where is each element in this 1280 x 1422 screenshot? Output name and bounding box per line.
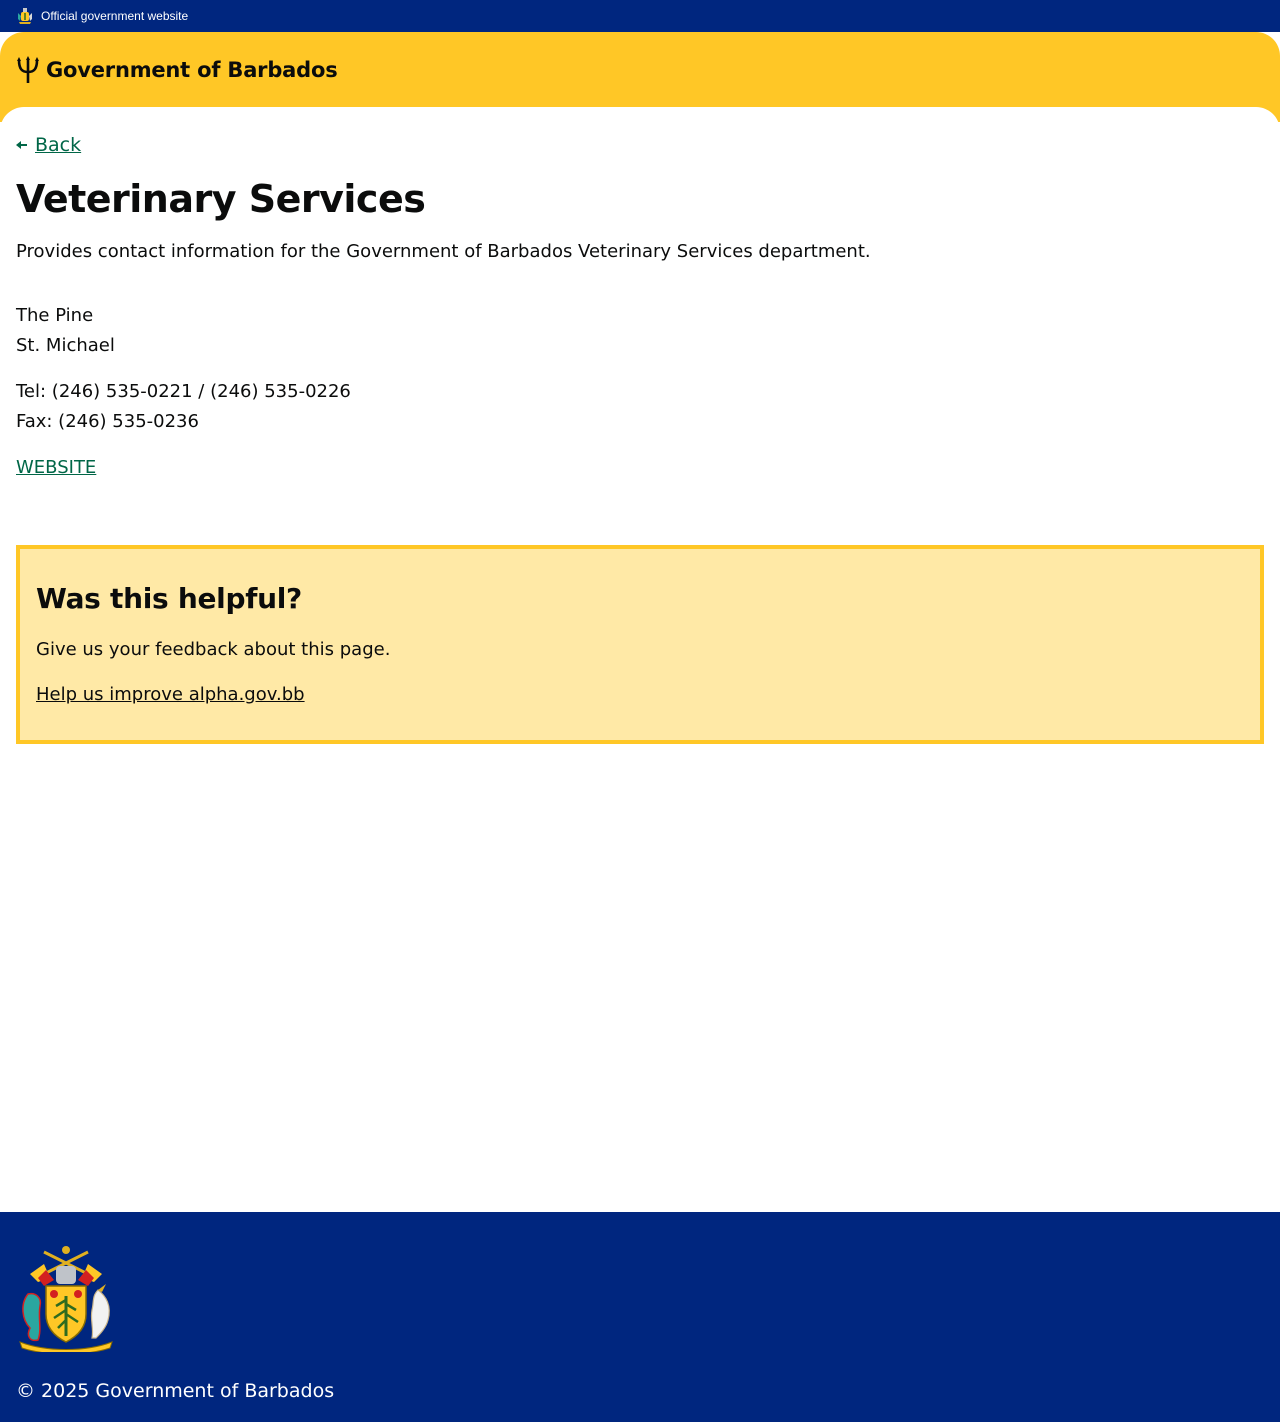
- contact-block: Tel: (246) 535-0221 / (246) 535-0226 Fax…: [16, 377, 351, 437]
- site-footer: © 2025 Government of Barbados: [0, 1212, 1280, 1422]
- coat-of-arms-icon: [18, 8, 32, 24]
- fax-number: Fax: (246) 535-0236: [16, 411, 199, 432]
- coat-of-arms-icon: [19, 1246, 113, 1352]
- feedback-panel: Was this helpful? Give us your feedback …: [16, 545, 1264, 744]
- page-title: Veterinary Services: [16, 177, 426, 221]
- address-line: The Pine: [16, 305, 94, 326]
- site-title-link[interactable]: Government of Barbados: [46, 56, 338, 84]
- address-block: The Pine St. Michael: [16, 301, 115, 361]
- official-website-label: Official government website: [41, 9, 189, 23]
- back-link-label: Back: [35, 134, 82, 156]
- telephone-numbers: Tel: (246) 535-0221 / (246) 535-0226: [16, 381, 351, 402]
- trident-icon: [17, 56, 39, 83]
- back-link[interactable]: Back: [16, 133, 81, 157]
- copyright-notice: © 2025 Government of Barbados: [16, 1380, 335, 1402]
- website-link[interactable]: WEBSITE: [16, 453, 96, 483]
- address-line: St. Michael: [16, 335, 115, 356]
- arrow-left-icon: [16, 141, 27, 149]
- official-banner: Official government website: [0, 0, 1280, 32]
- main-content: Back Veterinary Services Provides contac…: [0, 107, 1280, 1212]
- page-summary: Provides contact information for the Gov…: [16, 241, 871, 262]
- feedback-text: Give us your feedback about this page.: [36, 639, 391, 660]
- feedback-link[interactable]: Help us improve alpha.gov.bb: [36, 682, 305, 708]
- feedback-heading: Was this helpful?: [36, 582, 302, 615]
